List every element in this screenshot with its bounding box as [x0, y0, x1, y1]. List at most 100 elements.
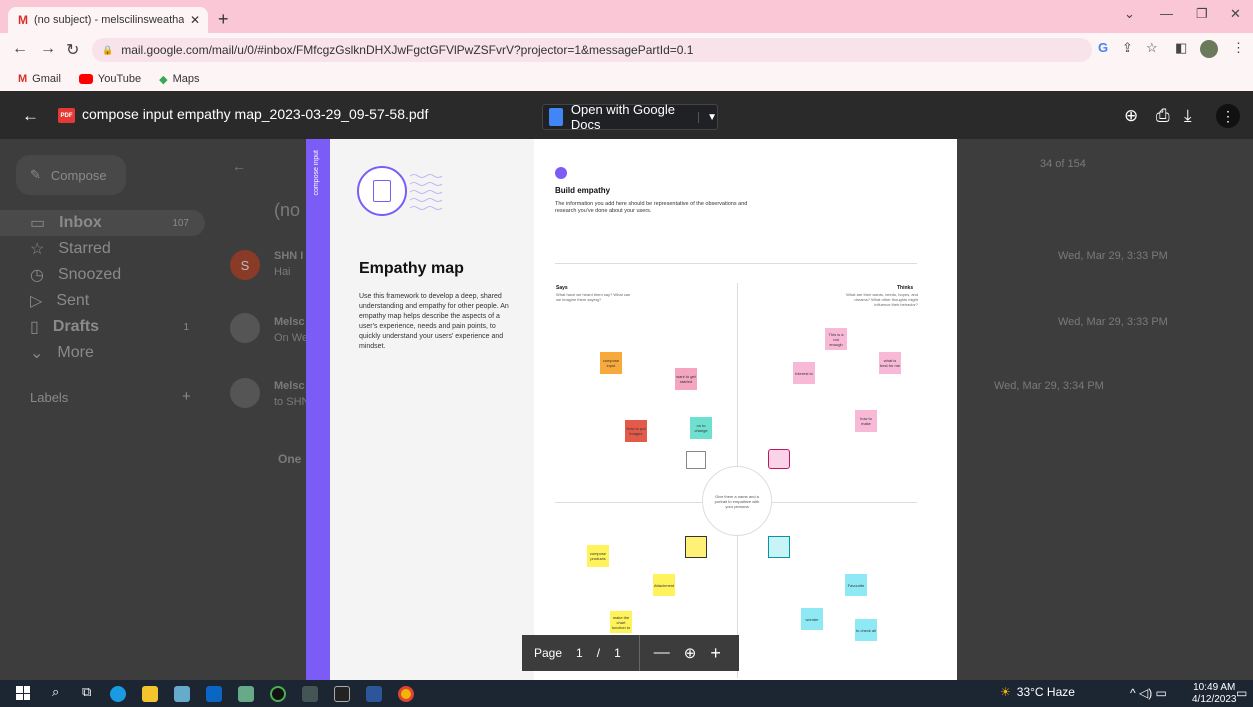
weather-sun-icon: ☀	[1000, 685, 1011, 699]
print-icon[interactable]: ⎙	[1156, 106, 1170, 126]
app-icon[interactable]	[270, 686, 286, 702]
terminal-icon[interactable]	[334, 686, 350, 702]
calendar-icon[interactable]	[174, 686, 190, 702]
bookmarks-bar: M Gmail YouTube ◆ Maps	[0, 67, 1253, 91]
bookmark-gmail[interactable]: M Gmail	[18, 73, 61, 85]
tab-title: (no subject) - melscilinsweatha©	[34, 14, 184, 26]
nav-more[interactable]: ⌄ More	[0, 340, 205, 366]
sticky-note: to check all	[855, 619, 877, 641]
thinks-title: Thinks	[897, 285, 914, 291]
sticky-note: Favourite	[845, 574, 867, 596]
lock-icon: 🔒	[102, 44, 114, 55]
new-tab-button[interactable]: +	[218, 9, 229, 30]
page-control: Page 1 / 1 — ⊕ +	[522, 635, 739, 671]
nav-sent[interactable]: ▷ Sent	[0, 288, 205, 314]
download-icon[interactable]: ⤓	[1184, 106, 1192, 126]
persona-badge-icon	[357, 166, 407, 216]
edge-icon[interactable]	[110, 686, 126, 702]
step-dot-icon	[555, 167, 567, 179]
pencil-icon: ✎	[30, 167, 41, 182]
sticky-note: want to get started	[675, 368, 697, 390]
avatar: S	[230, 250, 260, 280]
profile-avatar[interactable]	[1200, 40, 1218, 58]
tab-close-icon[interactable]: ✕	[190, 13, 200, 27]
page-label: Page	[534, 646, 563, 660]
sticky-note: on to change	[690, 417, 712, 439]
close-window-icon[interactable]: ✕	[1230, 6, 1241, 22]
word-icon[interactable]	[366, 686, 382, 702]
says-title: Says	[556, 285, 568, 291]
control-divider	[638, 635, 640, 671]
file-explorer-icon[interactable]	[142, 686, 158, 702]
task-view-icon[interactable]: ⧉	[82, 684, 91, 700]
sticky-note: compose products	[587, 545, 609, 567]
weather-widget[interactable]: ☀ 33°C Haze	[1000, 685, 1075, 699]
dropdown-caret-icon[interactable]: ▼	[698, 111, 717, 123]
says-icon	[686, 451, 706, 469]
mail-icon[interactable]	[206, 686, 222, 702]
does-icon	[685, 536, 707, 558]
nav-snoozed[interactable]: ◷ Snoozed	[0, 262, 205, 288]
zoom-in-icon[interactable]: +	[710, 643, 721, 664]
persona-circle: Give them a name and a portrait to empat…	[702, 466, 772, 536]
divider	[555, 263, 917, 264]
app-icon[interactable]	[302, 686, 318, 702]
menu-kebab-icon[interactable]: ⋮	[1232, 40, 1245, 56]
nav-starred[interactable]: ☆ Starred	[0, 236, 205, 262]
google-docs-icon	[549, 108, 563, 126]
windows-start-icon[interactable]	[16, 686, 30, 700]
forward-icon[interactable]: →	[40, 40, 56, 58]
message-date: Wed, Mar 29, 3:33 PM	[1058, 250, 1168, 262]
chrome-icon[interactable]	[398, 686, 414, 702]
tab-search-icon[interactable]: ⌄	[1124, 6, 1135, 22]
back-icon[interactable]: ←	[12, 40, 28, 58]
sticky-note: Attachment	[653, 574, 675, 596]
zoom-icon[interactable]: ⊕	[684, 644, 697, 662]
bookmark-youtube[interactable]: YouTube	[78, 73, 141, 85]
total-pages: 1	[614, 646, 621, 660]
compose-button[interactable]: ✎ Compose	[16, 155, 126, 195]
search-icon[interactable]: ⌕	[52, 684, 59, 700]
youtube-icon	[78, 74, 93, 84]
purple-sidebar-strip	[306, 139, 330, 680]
avatar	[230, 378, 260, 408]
add-label-icon[interactable]: +	[182, 388, 191, 405]
nav-inbox[interactable]: ▭ Inbox 107	[0, 210, 205, 236]
gmail-icon: M	[18, 73, 28, 85]
wave-decoration-icon	[410, 174, 443, 210]
pagination-text: 34 of 154	[1040, 158, 1086, 170]
url-input[interactable]: 🔒 mail.google.com/mail/u/0/#inbox/FMfcgz…	[92, 38, 1092, 62]
paint-icon[interactable]	[238, 686, 254, 702]
nav-drafts[interactable]: ▯ Drafts 1	[0, 314, 205, 340]
maximize-icon[interactable]: ❐	[1196, 6, 1208, 22]
share-icon[interactable]: ⇪	[1122, 40, 1133, 56]
message-date: Wed, Mar 29, 3:33 PM	[1058, 316, 1168, 328]
notification-icon[interactable]: ▭	[1236, 686, 1247, 700]
tray-icons[interactable]: ^ ◁) ▭	[1130, 686, 1167, 700]
browser-tab[interactable]: M (no subject) - melscilinsweatha© ✕	[8, 7, 208, 33]
reload-icon[interactable]: ↻	[66, 40, 79, 60]
bookmark-maps[interactable]: ◆ Maps	[159, 73, 199, 86]
bookmark-star-icon[interactable]: ☆	[1146, 40, 1158, 56]
more-options-icon[interactable]: ⋮	[1216, 104, 1240, 128]
pdf-icon: PDF	[58, 108, 75, 123]
current-page[interactable]: 1	[576, 646, 583, 660]
clock-icon: ◷	[30, 267, 44, 284]
sticky-note: wonder	[801, 608, 823, 630]
clock[interactable]: 10:49 AM 4/12/2023	[1192, 682, 1237, 706]
feels-icon	[768, 536, 790, 558]
side-panel-icon[interactable]: ◧	[1175, 40, 1187, 56]
minimize-icon[interactable]: —	[1160, 6, 1173, 21]
star-icon: ☆	[30, 241, 45, 258]
close-viewer-icon[interactable]: ←	[22, 106, 39, 126]
google-icon[interactable]: G	[1098, 40, 1108, 55]
url-text: mail.google.com/mail/u/0/#inbox/FMfcgzGs…	[121, 43, 694, 57]
subject-heading: (no	[274, 200, 301, 220]
thinks-icon	[768, 449, 790, 469]
sticky-note: make the chart function to	[610, 611, 632, 633]
back-to-inbox-icon[interactable]: ←	[232, 158, 246, 174]
add-to-drive-icon[interactable]: ⊕	[1124, 106, 1138, 126]
zoom-out-icon[interactable]: —	[654, 644, 670, 662]
inbox-icon: ▭	[30, 215, 46, 232]
open-with-google-docs-button[interactable]: Open with Google Docs ▼	[542, 102, 718, 132]
